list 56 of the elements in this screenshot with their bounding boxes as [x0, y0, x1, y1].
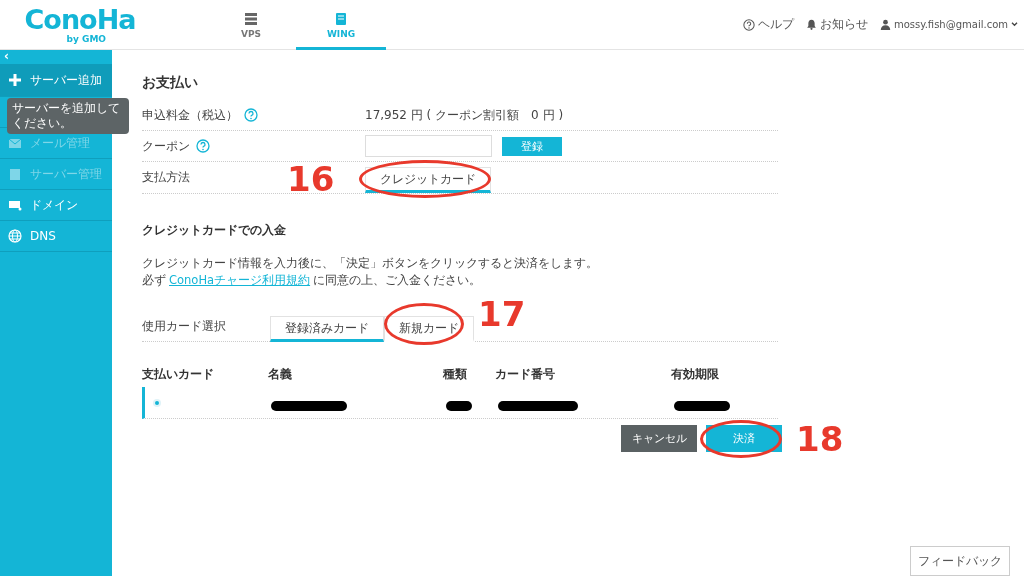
annotation-number: 16 [287, 162, 335, 196]
column-header: 有効期限 [671, 366, 720, 383]
field-label: 支払方法 [142, 169, 190, 186]
instruction-text: クレジットカード情報を入力後に、「決定」ボタンをクリックすると決済をします。 [142, 255, 599, 272]
user-icon [879, 19, 891, 30]
column-header: 名義 [268, 366, 293, 383]
payment-method-tab[interactable]: クレジットカード [365, 167, 491, 193]
annotation-number: 17 [478, 297, 526, 331]
field-label: クーポン [142, 137, 190, 155]
sidebar-item[interactable]: サーバー追加 [0, 64, 112, 97]
page-title: お支払い [142, 74, 199, 92]
help-icon [742, 18, 755, 31]
logo-subtitle: by GMO [66, 33, 106, 44]
bell-icon [805, 19, 817, 30]
redaction-mark [446, 400, 472, 411]
card-tab[interactable]: 登録済みカード [270, 316, 384, 342]
cancel-button[interactable]: キャンセル [621, 425, 697, 452]
product-tab[interactable]: WING [296, 0, 386, 50]
confirm-button[interactable]: 決済 [706, 425, 782, 452]
radio-button[interactable] [153, 398, 161, 407]
annotation-number: 18 [796, 422, 844, 456]
collapse-button[interactable]: ‹ [0, 50, 112, 64]
user-menu[interactable]: mossy.fish@gmail.com [893, 19, 1008, 30]
server-icon [334, 11, 348, 26]
coupon-field[interactable] [365, 135, 492, 157]
sidebar-item[interactable]: DNS [0, 221, 112, 252]
globe-icon [8, 229, 22, 243]
fee-value: 17,952 円 ( クーポン割引額 0 円 ) [365, 106, 564, 124]
tooltip: サーバーを追加してください。 [7, 98, 129, 134]
server-rack-icon [244, 11, 258, 26]
section-heading: クレジットカードでの入金 [142, 222, 287, 239]
column-header: 支払いカード [142, 366, 215, 383]
column-header: 種類 [443, 366, 468, 383]
redaction-mark [674, 400, 730, 411]
register-button[interactable]: 登録 [502, 136, 562, 156]
column-header: カード番号 [495, 366, 556, 383]
terms-link[interactable]: ConoHaチャージ利用規約 [169, 273, 311, 287]
sidebar-item[interactable]: ドメイン [0, 190, 112, 221]
logo[interactable]: ConoHa [24, 5, 136, 34]
instruction-text: に同意の上、ご入金ください。 [313, 273, 482, 287]
envelope-icon [8, 136, 22, 150]
chevron-down-icon[interactable] [1011, 22, 1018, 27]
card-tab[interactable]: 新規カード [384, 316, 474, 342]
header-link[interactable]: ヘルプ [757, 16, 794, 33]
field-label: 使用カード選択 [142, 317, 226, 335]
field-label: 申込料金（税込） [142, 106, 238, 124]
product-tab[interactable]: VPS [206, 0, 296, 50]
card-row[interactable] [142, 387, 778, 419]
feedback-button[interactable]: フィードバック [910, 546, 1010, 576]
plus-icon [8, 73, 22, 87]
card-icon [8, 198, 22, 212]
header-link[interactable]: お知らせ [819, 16, 868, 33]
help-icon[interactable] [196, 139, 210, 153]
instruction-text: 必ず [142, 273, 166, 287]
help-icon[interactable] [244, 108, 258, 122]
server-icon [8, 167, 22, 181]
